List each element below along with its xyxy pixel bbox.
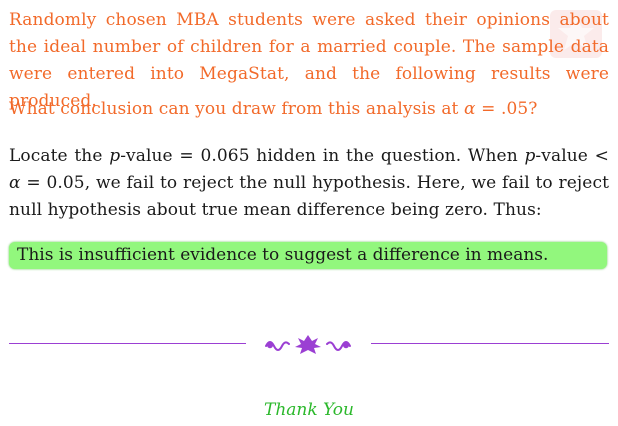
answer-text-3: -value <	[535, 146, 609, 166]
answer-text-1: Locate the	[9, 146, 110, 166]
answer-explanation: Locate the p-value = 0.065 hidden in the…	[9, 143, 609, 224]
closing-text: Thank You	[263, 400, 354, 420]
conclusion-highlight-box: This is insufficient evidence to suggest…	[9, 242, 607, 269]
p-symbol: p	[109, 146, 121, 166]
prompt-text-start: What conclusion can you draw from this a…	[9, 99, 464, 119]
divider-left	[9, 343, 246, 344]
flourish-ornament-icon	[265, 335, 351, 354]
conclusion-text: This is insufficient evidence to suggest…	[17, 245, 549, 265]
divider-right	[371, 343, 609, 344]
alpha-symbol: α	[464, 99, 476, 119]
question-prompt: What conclusion can you draw from this a…	[9, 96, 609, 123]
answer-text-4: = 0.05, we fail to reject the null hypot…	[9, 173, 609, 220]
prompt-text-end: = .05?	[475, 99, 538, 119]
alpha-symbol: α	[9, 173, 21, 193]
answer-text-2: -value = 0.065 hidden in the question. W…	[120, 146, 525, 166]
p-symbol: p	[524, 146, 536, 166]
